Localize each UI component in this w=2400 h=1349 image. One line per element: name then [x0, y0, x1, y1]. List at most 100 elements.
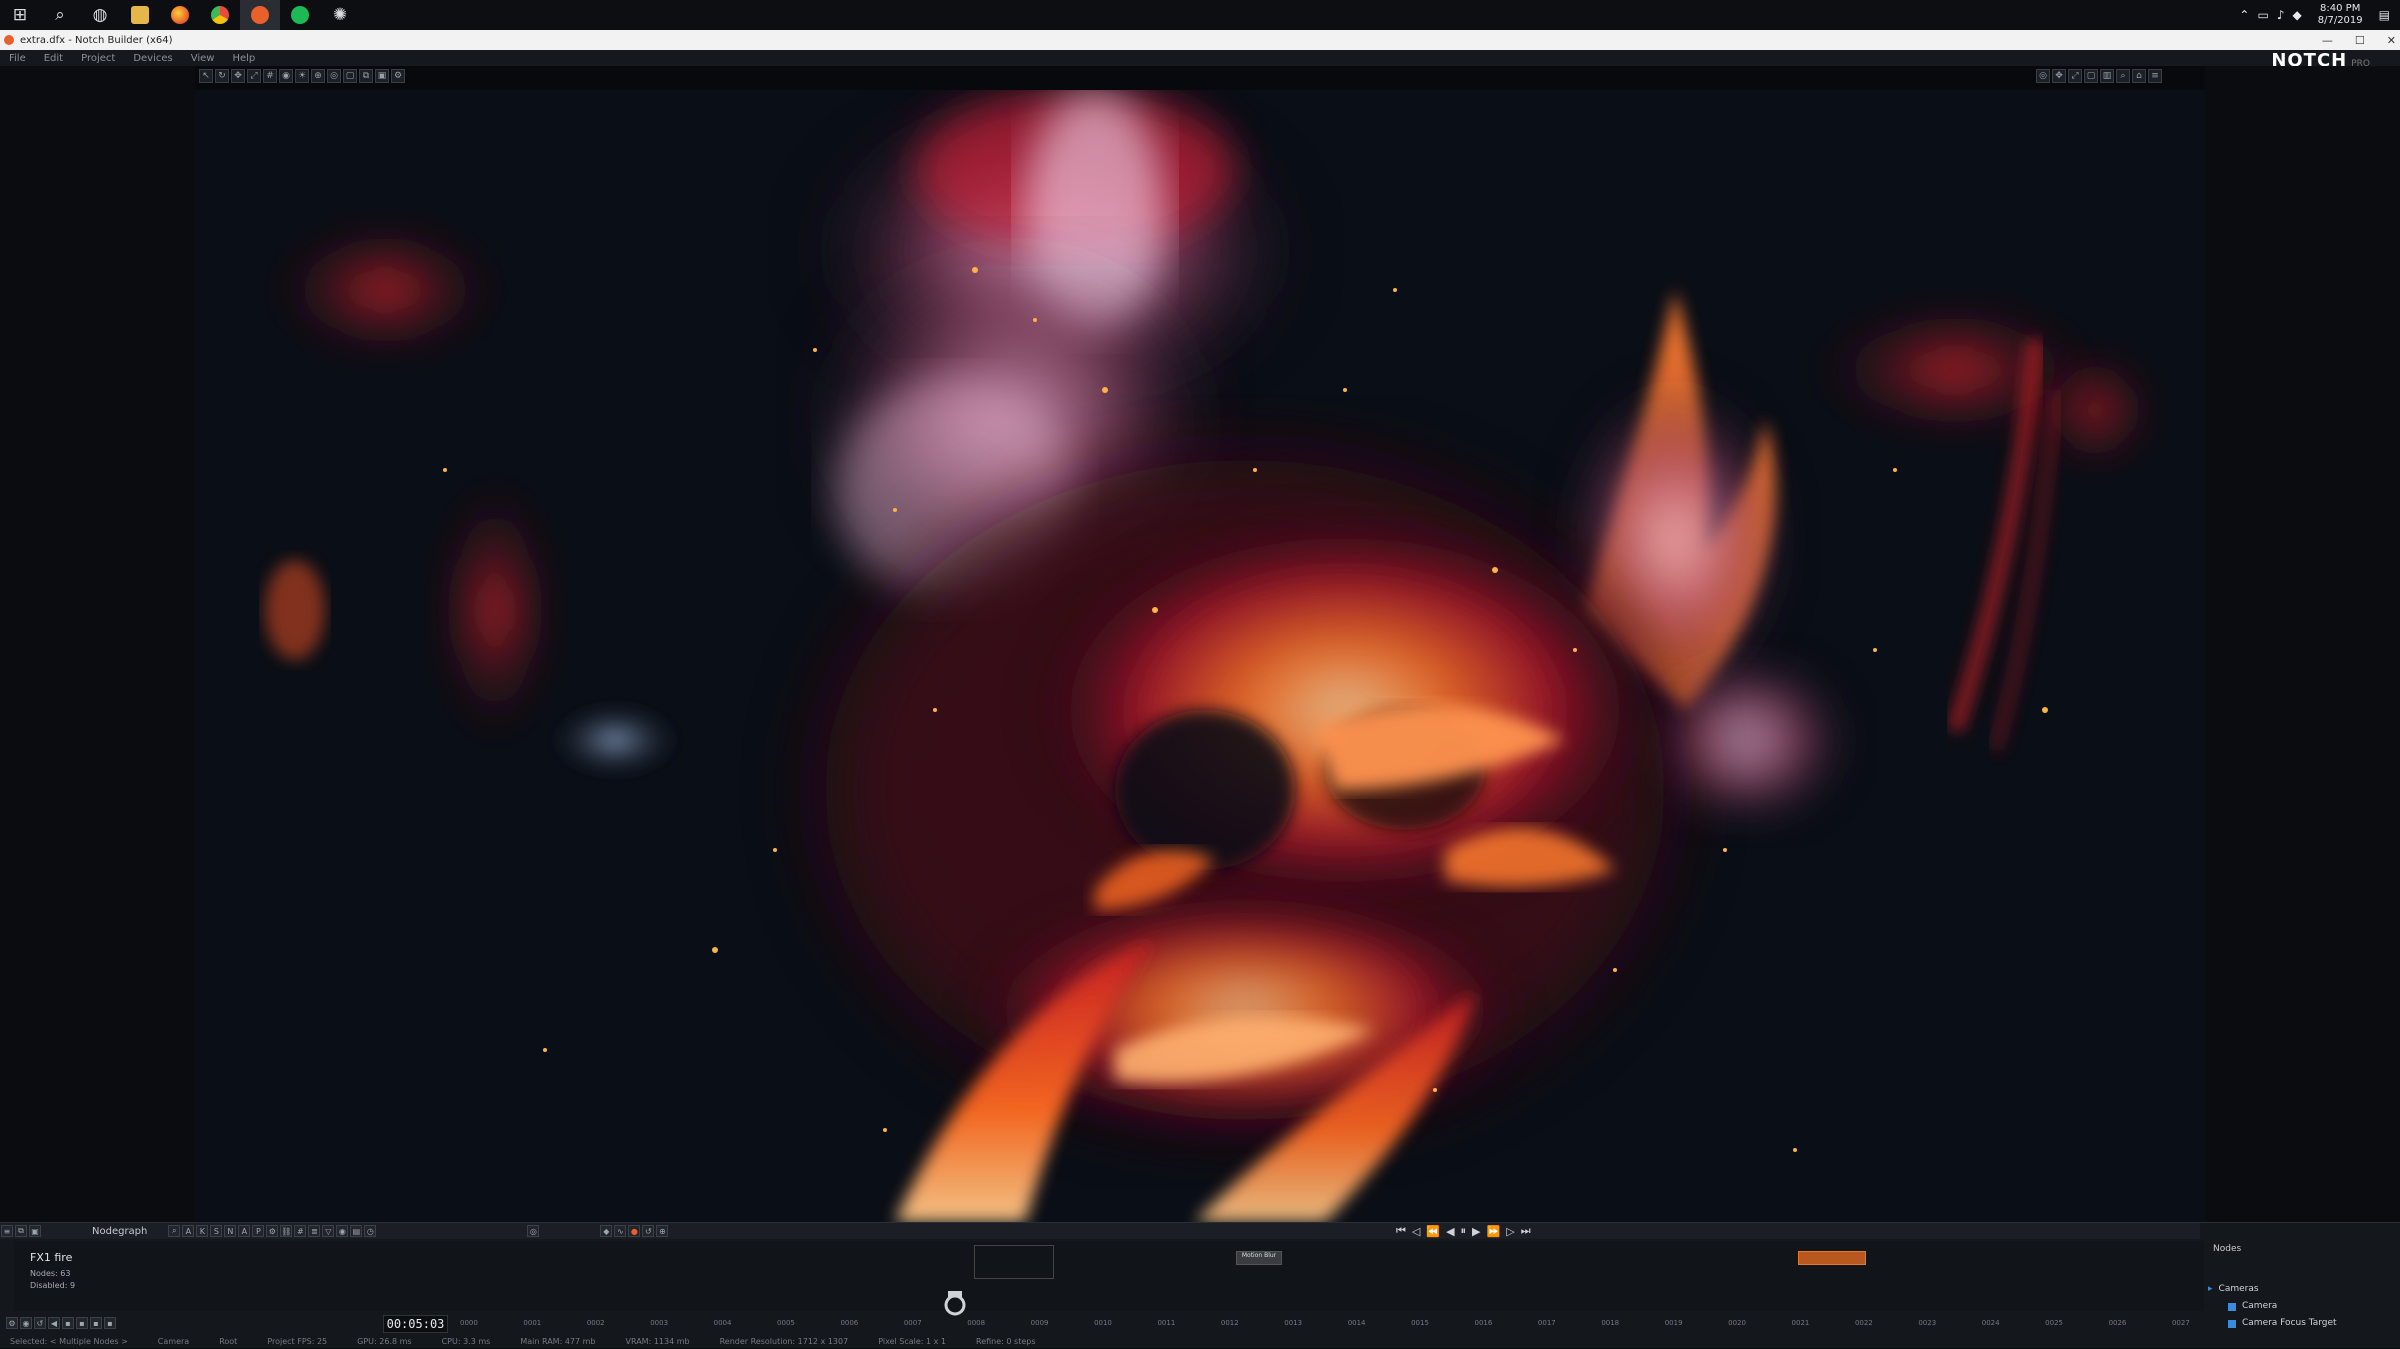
checkbox[interactable]: [2228, 1302, 2236, 1311]
firefox-icon[interactable]: [160, 0, 200, 30]
other-app-icon[interactable]: ✺: [320, 0, 360, 30]
nodegraph-copy-icon[interactable]: ⧉: [15, 1225, 27, 1237]
fit-icon[interactable]: ⤢: [2068, 69, 2082, 83]
light-tool-icon[interactable]: ☀: [295, 69, 309, 83]
game-icon[interactable]: ◍: [80, 0, 120, 30]
network-icon[interactable]: ▭: [2257, 8, 2268, 22]
menu-help[interactable]: Help: [223, 53, 264, 64]
windows-start-icon[interactable]: ⊞: [0, 0, 40, 30]
select-tool-icon[interactable]: ↖: [199, 69, 213, 83]
menu-project[interactable]: Project: [72, 53, 124, 64]
menu-devices[interactable]: Devices: [124, 53, 181, 64]
snap-icon[interactable]: ⊕: [656, 1225, 669, 1237]
wire-icon[interactable]: ⧉: [359, 69, 373, 83]
notch-app-icon[interactable]: [240, 0, 280, 30]
rewind-icon[interactable]: ⏪: [1426, 1225, 1440, 1238]
list-item[interactable]: Camera Focus Target: [2208, 1315, 2337, 1332]
timeline-settings-icon[interactable]: ⚙: [6, 1317, 18, 1329]
timeline-record-icon[interactable]: ◉: [20, 1317, 32, 1329]
clock-icon[interactable]: ◷: [364, 1225, 377, 1237]
home-icon[interactable]: ⌂: [2132, 69, 2146, 83]
settings-icon[interactable]: ⚙: [391, 69, 405, 83]
timeline-back-icon[interactable]: ◀: [48, 1317, 60, 1329]
list-group-cameras[interactable]: ▸ Cameras: [2208, 1281, 2337, 1298]
fullscreen-icon[interactable]: ▢: [2084, 69, 2098, 83]
play-icon[interactable]: ▶: [1472, 1225, 1480, 1238]
camera-icon[interactable]: ◉: [336, 1225, 349, 1237]
tool-letter-4[interactable]: N: [224, 1225, 237, 1237]
expand-arrow-icon[interactable]: ▸: [2208, 1281, 2213, 1298]
zoom-icon[interactable]: ⌕: [168, 1225, 181, 1237]
volume-icon[interactable]: ♪: [2277, 8, 2285, 22]
menu-file[interactable]: File: [0, 53, 35, 64]
grid-icon[interactable]: #: [263, 69, 277, 83]
minimize-button[interactable]: —: [2322, 34, 2333, 47]
notification-icon[interactable]: ▤: [2379, 8, 2390, 22]
spotify-icon[interactable]: [280, 0, 320, 30]
file-explorer-icon[interactable]: [120, 0, 160, 30]
curve-icon[interactable]: ∿: [614, 1225, 627, 1237]
menu-view[interactable]: View: [182, 53, 224, 64]
move-tool-icon[interactable]: ✥: [231, 69, 245, 83]
menu-edit[interactable]: Edit: [35, 53, 72, 64]
render-icon[interactable]: ▣: [375, 69, 389, 83]
node-motion-blur[interactable]: Motion Blur: [1236, 1251, 1282, 1265]
nodegraph-layout-icon[interactable]: ▣: [29, 1225, 41, 1237]
split-view-icon[interactable]: ▥: [2100, 69, 2114, 83]
tool-letter-1[interactable]: A: [182, 1225, 195, 1237]
bounds-icon[interactable]: ▢: [343, 69, 357, 83]
tool-letter-5[interactable]: A: [238, 1225, 251, 1237]
close-button[interactable]: ✕: [2387, 34, 2396, 47]
search-icon[interactable]: ⌕: [40, 0, 80, 30]
timeline-opt-1[interactable]: ▪: [62, 1317, 74, 1329]
skip-end-icon[interactable]: ⏭: [1521, 1224, 1531, 1238]
tool-letter-6[interactable]: P: [252, 1225, 265, 1237]
system-clock[interactable]: 8:40 PM 8/7/2019: [2318, 3, 2363, 27]
skip-start-icon[interactable]: ⏮: [1396, 1224, 1406, 1238]
pause-icon[interactable]: ⏸: [1461, 1224, 1467, 1238]
nodegraph-canvas[interactable]: Motion Blur: [14, 1241, 2204, 1316]
timeline-opt-3[interactable]: ▪: [90, 1317, 102, 1329]
timeline-ruler[interactable]: 0000 0001 0002 0003 0004 0005 0006 0007 …: [460, 1319, 2190, 1333]
chrome-icon[interactable]: [200, 0, 240, 30]
target-icon[interactable]: ◎: [527, 1225, 540, 1237]
camera-view-icon[interactable]: ◎: [2036, 69, 2050, 83]
rotate-tool-icon[interactable]: ↻: [215, 69, 229, 83]
filter-icon[interactable]: ▽: [322, 1225, 335, 1237]
settings-icon[interactable]: ⚙: [266, 1225, 279, 1237]
pan-icon[interactable]: ✥: [2052, 69, 2066, 83]
world-icon[interactable]: ◎: [327, 69, 341, 83]
scale-tool-icon[interactable]: ⤢: [247, 69, 261, 83]
checkbox[interactable]: [2228, 1319, 2236, 1328]
maximize-button[interactable]: ☐: [2355, 34, 2365, 47]
zoom-icon[interactable]: ⌕: [2116, 69, 2130, 83]
record-icon[interactable]: ●: [628, 1225, 641, 1237]
fast-forward-icon[interactable]: ⏩: [1487, 1225, 1501, 1238]
camera-tool-icon[interactable]: ◉: [279, 69, 293, 83]
keyframe-icon[interactable]: ◆: [600, 1225, 613, 1237]
node-group-frame[interactable]: [974, 1245, 1054, 1279]
list-item[interactable]: Camera: [2208, 1298, 2337, 1315]
tool-letter-2[interactable]: K: [196, 1225, 209, 1237]
align-icon[interactable]: ≣: [308, 1225, 321, 1237]
timeline-opt-4[interactable]: ▪: [104, 1317, 116, 1329]
tab-nodes[interactable]: Nodes: [2205, 1244, 2249, 1254]
timeline-opt-2[interactable]: ▪: [76, 1317, 88, 1329]
node-selected[interactable]: [1798, 1251, 1866, 1265]
layer-icon[interactable]: ▤: [350, 1225, 363, 1237]
grid-icon[interactable]: #: [294, 1225, 307, 1237]
dropbox-icon[interactable]: ◆: [2293, 8, 2302, 22]
snap-icon[interactable]: ⊕: [311, 69, 325, 83]
timecode-field[interactable]: 00:05:03: [383, 1315, 448, 1333]
next-key-icon[interactable]: ▷: [1506, 1225, 1514, 1238]
tool-letter-3[interactable]: S: [210, 1225, 223, 1237]
nodegraph-menu-icon[interactable]: ≡: [1, 1225, 13, 1237]
render-viewport[interactable]: [195, 90, 2205, 1222]
step-back-icon[interactable]: ◀: [1446, 1225, 1454, 1238]
loop-icon[interactable]: ↺: [642, 1225, 655, 1237]
chevron-up-icon[interactable]: ⌃: [2239, 8, 2249, 22]
timeline-loop-icon[interactable]: ↺: [34, 1317, 46, 1329]
prev-key-icon[interactable]: ◁: [1412, 1225, 1420, 1238]
link-icon[interactable]: ⛓: [280, 1225, 293, 1237]
menu-icon[interactable]: ≡: [2148, 69, 2162, 83]
